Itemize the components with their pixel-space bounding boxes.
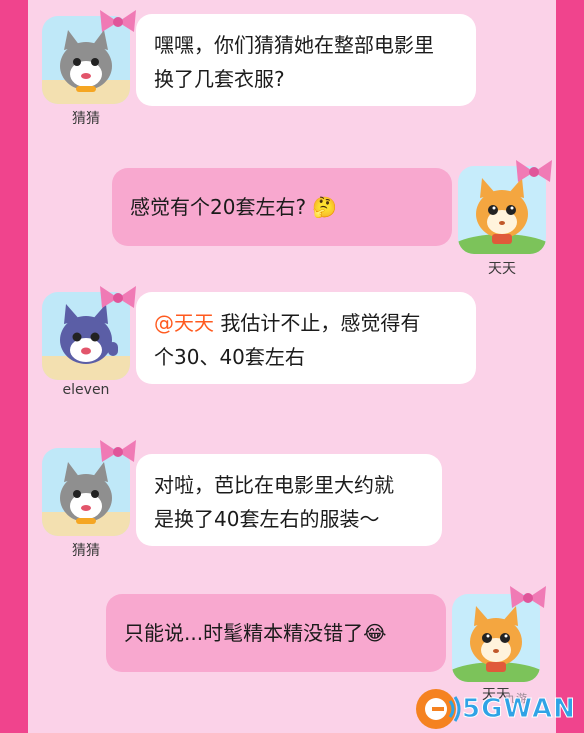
bow-icon xyxy=(100,440,136,462)
sender-name: eleven xyxy=(62,382,110,398)
message-text: 我估计不止，感觉得有 xyxy=(214,311,421,335)
right-frame xyxy=(556,0,584,733)
message-text: 换了几套衣服? xyxy=(154,67,285,91)
message-text: 对啦，芭比在电影里大约就 xyxy=(154,473,394,497)
bow-icon xyxy=(100,10,136,32)
sender-name: 猜猜 xyxy=(72,543,100,559)
bow-icon xyxy=(510,586,546,608)
message-bubble: 只能说...时髦精本精没错了😂 xyxy=(106,594,446,672)
mention-link[interactable]: @天天 xyxy=(154,311,214,335)
sender-name: 天天 xyxy=(488,261,516,277)
message-text: 感觉有个20套左右? 🤔 xyxy=(130,195,338,219)
message-text: 嘿嘿，你们猜猜她在整部电影里 xyxy=(154,33,434,57)
message-text: 只能说...时髦精本精没错了😂 xyxy=(124,621,387,645)
watermark-brand: 5GWAN xyxy=(462,694,576,725)
message-bubble: 嘿嘿，你们猜猜她在整部电影里 换了几套衣服? xyxy=(136,14,476,106)
message-bubble: @天天 我估计不止，感觉得有 个30、40套左右 xyxy=(136,292,476,384)
message-text: 个30、40套左右 xyxy=(154,345,305,369)
bow-icon xyxy=(516,160,552,182)
message-line: @天天 我估计不止，感觉得有 xyxy=(154,306,458,340)
bow-icon xyxy=(100,286,136,308)
message-text: 是换了40套左右的服装～ xyxy=(154,507,380,531)
left-frame xyxy=(0,0,28,733)
message-bubble: 感觉有个20套左右? 🤔 xyxy=(112,168,452,246)
message-bubble: 对啦，芭比在电影里大约就 是换了40套左右的服装～ xyxy=(136,454,442,546)
sender-name: 猜猜 xyxy=(72,111,100,127)
